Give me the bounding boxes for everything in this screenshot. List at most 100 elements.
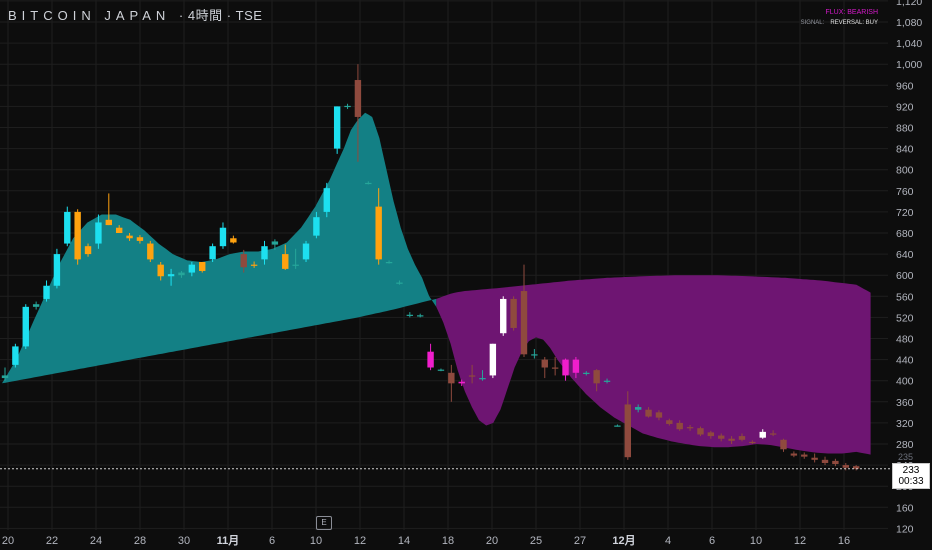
candle-body: [811, 457, 818, 460]
time-tick-label: 11月: [217, 534, 240, 547]
candle-body: [749, 441, 756, 444]
time-tick-label: 14: [398, 535, 410, 547]
candle-body: [219, 227, 227, 247]
candle-body: [417, 315, 424, 317]
time-tick-label: 12: [354, 535, 366, 547]
candle-body: [707, 432, 715, 437]
price-tick-label: 1,000: [896, 59, 922, 71]
candle-body: [354, 80, 362, 117]
price-tick-label: 600: [896, 270, 914, 282]
bar-countdown: 00:33: [898, 476, 924, 487]
candle-body: [396, 282, 403, 284]
price-tick-label: 160: [896, 502, 914, 514]
candle-body: [728, 438, 735, 441]
price-tick-label: 440: [896, 355, 914, 367]
price-tick-label: 1,040: [896, 38, 922, 50]
time-tick-label: 12: [794, 535, 806, 547]
price-tick-label: 760: [896, 186, 914, 198]
price-tick-label: 320: [896, 418, 914, 430]
candle-body: [126, 235, 133, 239]
time-tick-label: 6: [709, 535, 715, 547]
price-tick-label: 920: [896, 101, 914, 113]
candle-body: [282, 254, 289, 269]
candle-body: [468, 375, 476, 377]
time-tick-label: 22: [46, 535, 58, 547]
time-tick-label: 16: [838, 535, 850, 547]
candle-body: [385, 262, 393, 264]
candle-body: [178, 272, 185, 276]
candle-body: [489, 343, 497, 376]
candle-body: [780, 439, 787, 450]
last-price-value: 233: [902, 465, 920, 476]
candle-body: [821, 459, 829, 463]
candle-body: [167, 274, 175, 277]
price-tick-label: 480: [896, 334, 914, 346]
candle-body: [614, 425, 621, 427]
candle-body: [136, 237, 144, 241]
candle-body: [240, 254, 247, 268]
time-tick-label: 18: [442, 535, 454, 547]
candle-body: [593, 370, 600, 384]
time-tick-label: 10: [750, 535, 762, 547]
time-tick-label: 6: [269, 535, 275, 547]
candle-body: [105, 219, 112, 226]
candle-body: [313, 217, 320, 236]
price-tick-label: 1,080: [896, 17, 922, 29]
candle-body: [1, 375, 9, 379]
candle-body: [666, 420, 673, 424]
candle-body: [188, 264, 196, 273]
candle-body: [562, 359, 569, 376]
candle-body: [572, 359, 580, 373]
time-tick-label: 20: [2, 535, 14, 547]
time-tick-label: 28: [134, 535, 146, 547]
time-tick-label: 27: [574, 535, 586, 547]
price-tick-label: 840: [896, 144, 914, 156]
time-tick-label: 10: [310, 535, 322, 547]
candle-body: [230, 238, 237, 243]
candle-body: [448, 372, 455, 384]
candle-body: [375, 206, 382, 260]
candle-body: [22, 306, 29, 347]
candle-body: [437, 369, 445, 371]
candle-body: [458, 381, 465, 384]
candle-body: [500, 298, 507, 334]
chart-title: BITCOIN JAPAN · 4時間 · TSE: [8, 5, 262, 24]
price-tick-label: 120: [896, 523, 914, 535]
time-tick-label: 12月: [612, 534, 635, 547]
candle-body: [302, 243, 310, 260]
time-tick-label: 25: [530, 535, 542, 547]
price-tick-label: 280: [896, 439, 914, 451]
time-tick-label: 20: [486, 535, 498, 547]
price-tick-label: 360: [896, 397, 914, 409]
candle-body: [427, 351, 434, 368]
candle-body: [261, 246, 268, 260]
candle-body: [697, 428, 704, 435]
candle-body: [43, 285, 50, 299]
candle-body: [790, 453, 798, 456]
candle-body: [147, 243, 154, 260]
candle-body: [801, 454, 808, 457]
chart-canvas[interactable]: 1201602002402803203604004404805205606006…: [0, 0, 932, 550]
last-price-box: 233 00:33: [892, 463, 930, 489]
price-tick-label: 960: [896, 80, 914, 92]
price-tick-label: 880: [896, 123, 914, 135]
price-tick-label: 680: [896, 228, 914, 240]
signal-label: SIGNAL:: [800, 20, 825, 26]
price-tick-label: 1,120: [896, 0, 922, 8]
earnings-badge[interactable]: E: [316, 516, 332, 530]
candle-body: [199, 262, 206, 271]
time-tick-label: 4: [665, 535, 671, 547]
candle-body: [676, 422, 683, 430]
price-tick-label: 800: [896, 165, 914, 177]
candle-body: [634, 407, 642, 410]
candle-body: [365, 182, 372, 185]
candle-body: [64, 211, 71, 244]
candle-body: [603, 380, 611, 382]
flux-status: FLUX: BEARISH: [825, 9, 878, 16]
candle-body: [12, 346, 19, 365]
candle-body: [84, 246, 92, 255]
candle-body: [344, 105, 351, 108]
candle-body: [842, 465, 849, 468]
candle-body: [74, 211, 81, 260]
candle-body: [718, 435, 725, 439]
